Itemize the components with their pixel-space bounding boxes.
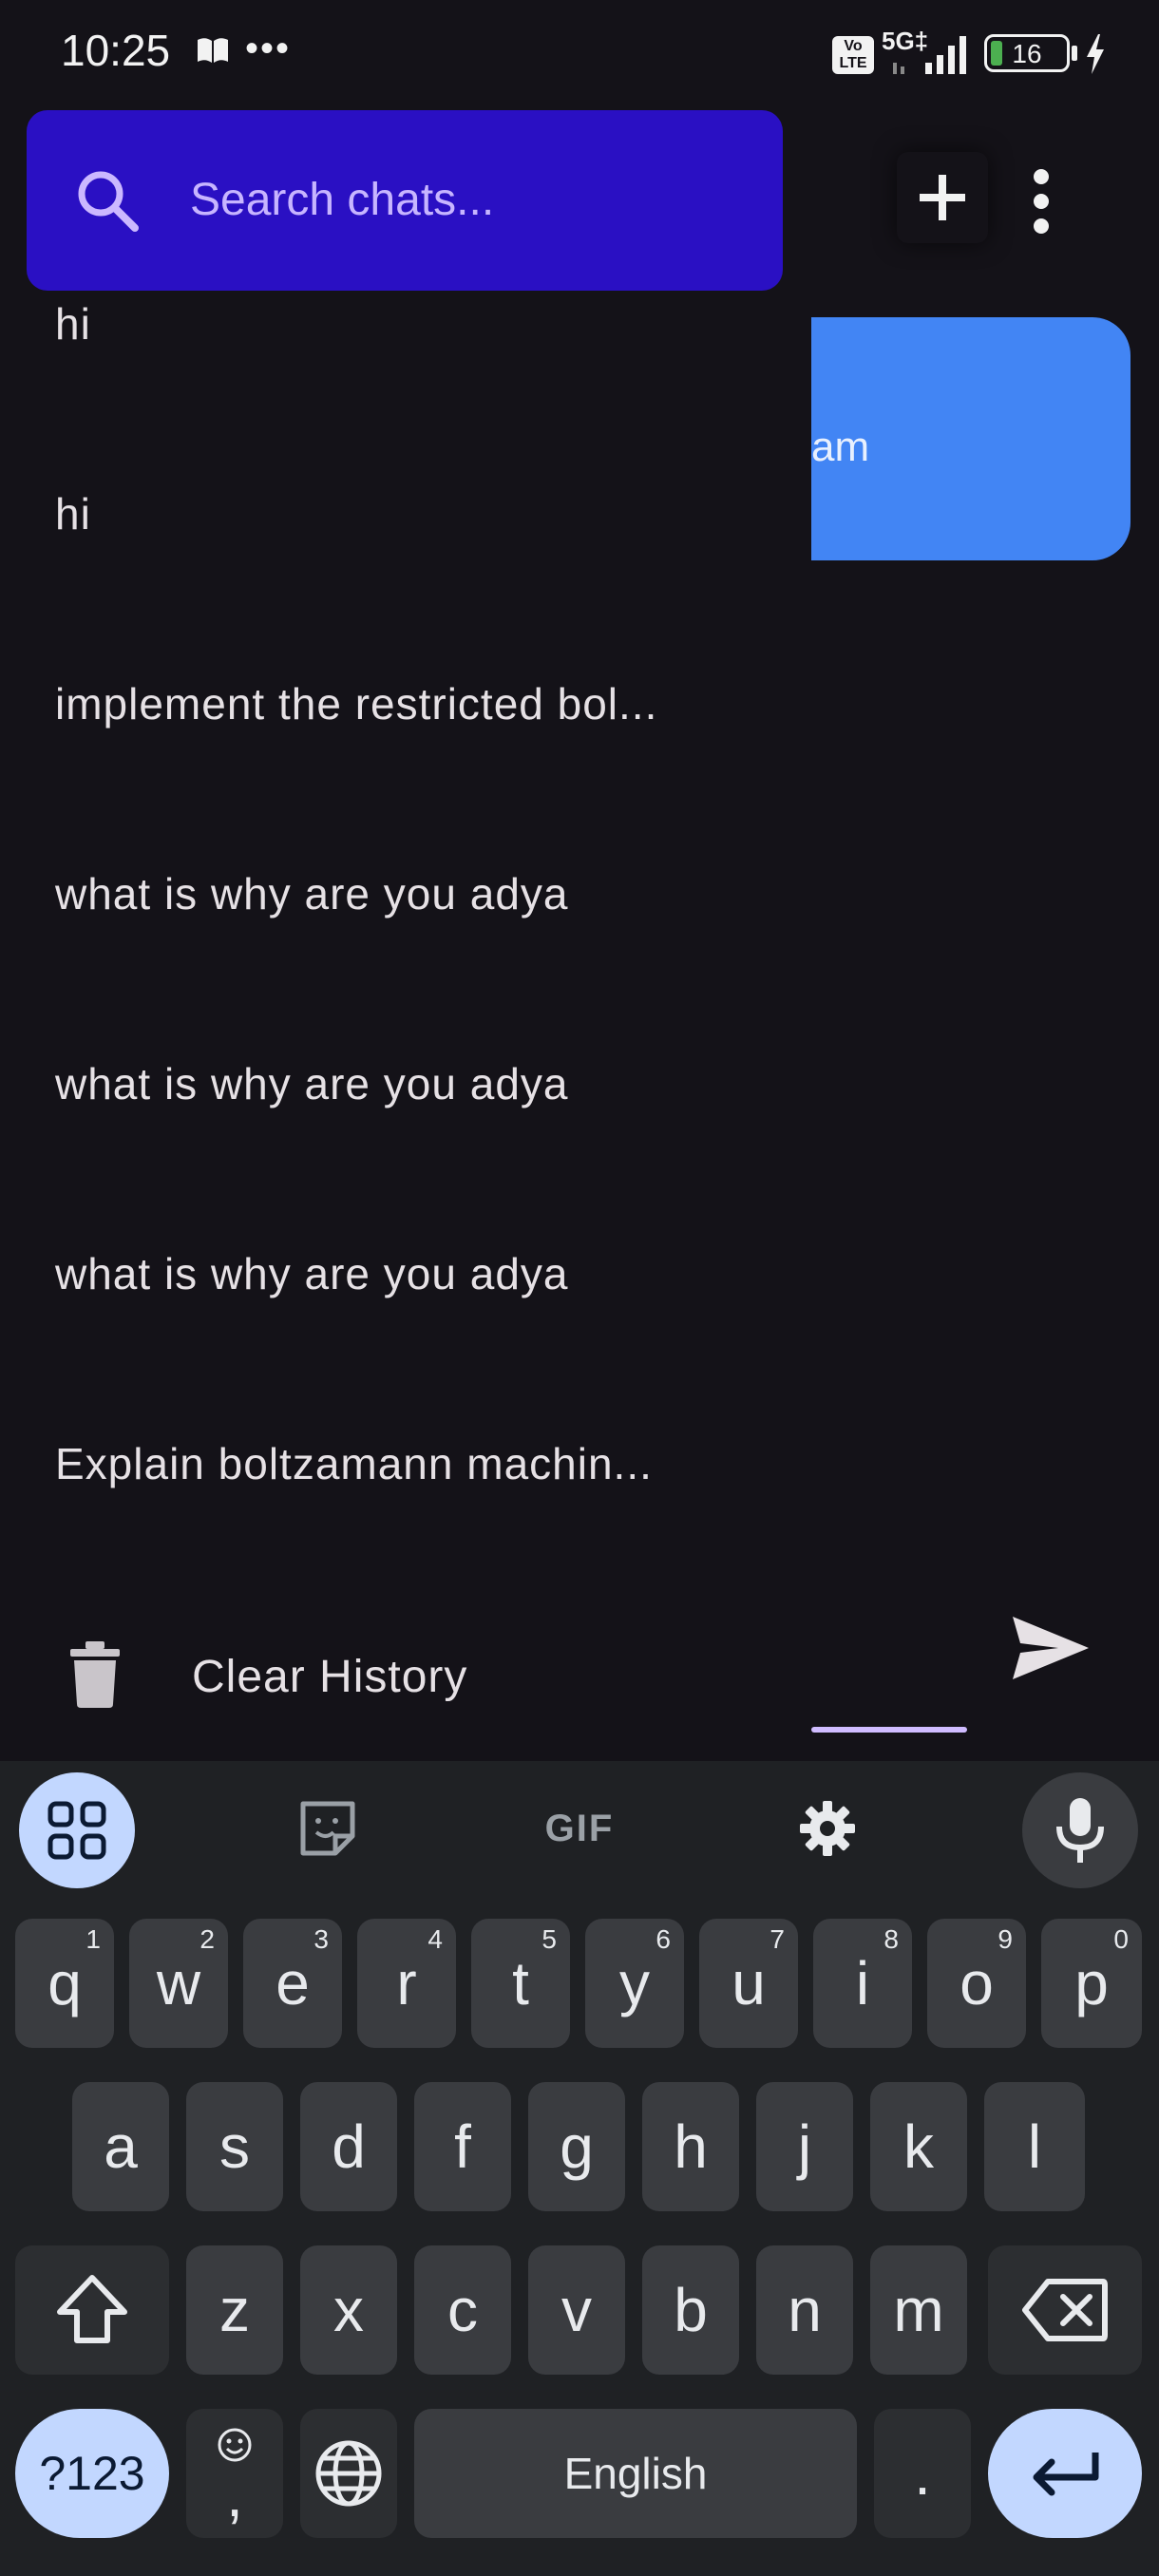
key-a[interactable]: a (72, 2082, 169, 2211)
key-q[interactable]: q1 (15, 1919, 114, 2048)
key-s[interactable]: s (186, 2082, 283, 2211)
history-item[interactable]: what is why are you adya (0, 1142, 811, 1332)
apps-grid-icon (48, 1801, 106, 1860)
signal-icon (893, 36, 966, 74)
keyboard-settings-button[interactable] (794, 1795, 861, 1862)
more-vert-icon[interactable] (1022, 167, 1060, 236)
key-t[interactable]: t5 (471, 1919, 570, 2048)
history-item-label: what is why are you adya (55, 869, 569, 919)
history-list: hi hi implement the restricted bol... wh… (0, 294, 811, 1605)
microphone-icon (1056, 1798, 1104, 1863)
search-bar[interactable] (27, 110, 783, 291)
trash-icon (70, 1641, 120, 1708)
key-r[interactable]: r4 (357, 1919, 456, 2048)
key-w[interactable]: w2 (129, 1919, 228, 2048)
status-bar: 10:25 ••• Vo LTE 5G‡ 16 (0, 0, 1159, 104)
clear-history-button[interactable]: Clear History (0, 1615, 811, 1738)
key-p[interactable]: p0 (1041, 1919, 1142, 2048)
key-y[interactable]: y6 (585, 1919, 684, 2048)
sticker-icon (300, 1801, 355, 1856)
gif-icon: GIF (544, 1807, 615, 1849)
key-m[interactable]: m (870, 2245, 967, 2375)
history-item-label: hi (55, 299, 91, 349)
backspace-icon (1022, 2279, 1108, 2341)
on-screen-keyboard: GIF q1 w2 e3 r4 t5 y6 u7 i 8 o 9 p 0 a s… (0, 1761, 1159, 2576)
gear-icon (800, 1801, 855, 1856)
key-e[interactable]: e3 (243, 1919, 342, 2048)
emoji-icon (218, 2428, 252, 2462)
chat-message-text: am (811, 424, 870, 470)
status-time: 10:25 (61, 26, 171, 75)
shift-key[interactable] (15, 2245, 169, 2375)
key-k[interactable]: k (870, 2082, 967, 2211)
key-z[interactable]: z (186, 2245, 283, 2375)
enter-icon (1033, 2453, 1099, 2496)
search-icon (78, 171, 139, 232)
key-d[interactable]: d (300, 2082, 397, 2211)
enter-key[interactable] (988, 2409, 1142, 2538)
history-item-label: Explain boltzamann machin... (55, 1439, 653, 1488)
globe-icon (315, 2440, 382, 2507)
history-item[interactable]: what is why are you adya (0, 952, 811, 1142)
more-notifications-indicator: ••• (245, 28, 292, 69)
battery-icon: 16 (984, 34, 1070, 72)
comma-key[interactable]: , (186, 2409, 283, 2538)
backspace-key[interactable] (988, 2245, 1142, 2375)
history-item[interactable]: hi (0, 294, 811, 382)
key-g[interactable]: g (528, 2082, 625, 2211)
voice-input-button[interactable] (1022, 1772, 1138, 1888)
clear-history-label: Clear History (192, 1652, 468, 1702)
history-item-label: implement the restricted bol... (55, 679, 658, 729)
key-h[interactable]: h (642, 2082, 739, 2211)
send-icon[interactable] (1011, 1615, 1091, 1681)
new-chat-button[interactable] (897, 152, 988, 243)
period-key[interactable]: . (874, 2409, 971, 2538)
apps-grid-button[interactable] (19, 1772, 135, 1888)
chat-message-bubble: am (811, 317, 1130, 560)
gif-button[interactable]: GIF (532, 1795, 627, 1862)
volte-icon: Vo LTE (832, 36, 874, 74)
history-item-label: hi (55, 489, 91, 539)
history-item-label: what is why are you adya (55, 1249, 569, 1298)
key-j[interactable]: j (756, 2082, 853, 2211)
message-input-underline (811, 1727, 967, 1733)
key-u[interactable]: u7 (699, 1919, 798, 2048)
key-i[interactable]: i8 (813, 1919, 912, 2048)
key-o[interactable]: o9 (927, 1919, 1026, 2048)
history-item[interactable]: what is why are you adya (0, 762, 811, 952)
book-icon (198, 38, 228, 63)
key-f[interactable]: f (414, 2082, 511, 2211)
charging-icon (1087, 34, 1104, 74)
key-b[interactable]: b (642, 2245, 739, 2375)
space-key[interactable]: English (414, 2409, 857, 2538)
plus-icon (920, 175, 965, 220)
sticker-button[interactable] (294, 1795, 361, 1862)
search-input[interactable] (190, 152, 741, 247)
history-item[interactable]: Explain boltzamann machin... (0, 1332, 811, 1522)
history-item[interactable]: implement the restricted bol... (0, 572, 811, 762)
history-item-label: what is why are you adya (55, 1059, 569, 1108)
key-n[interactable]: n (756, 2245, 853, 2375)
language-key[interactable] (300, 2409, 397, 2538)
history-item[interactable]: hi (0, 382, 811, 572)
battery-tip (1072, 46, 1077, 61)
key-c[interactable]: c (414, 2245, 511, 2375)
shift-icon (57, 2275, 127, 2343)
chat-history-drawer: hi hi implement the restricted bol... wh… (0, 104, 811, 1761)
symbols-key[interactable]: ?123 (15, 2409, 169, 2538)
key-l[interactable]: l (984, 2082, 1085, 2211)
key-x[interactable]: x (300, 2245, 397, 2375)
key-v[interactable]: v (528, 2245, 625, 2375)
